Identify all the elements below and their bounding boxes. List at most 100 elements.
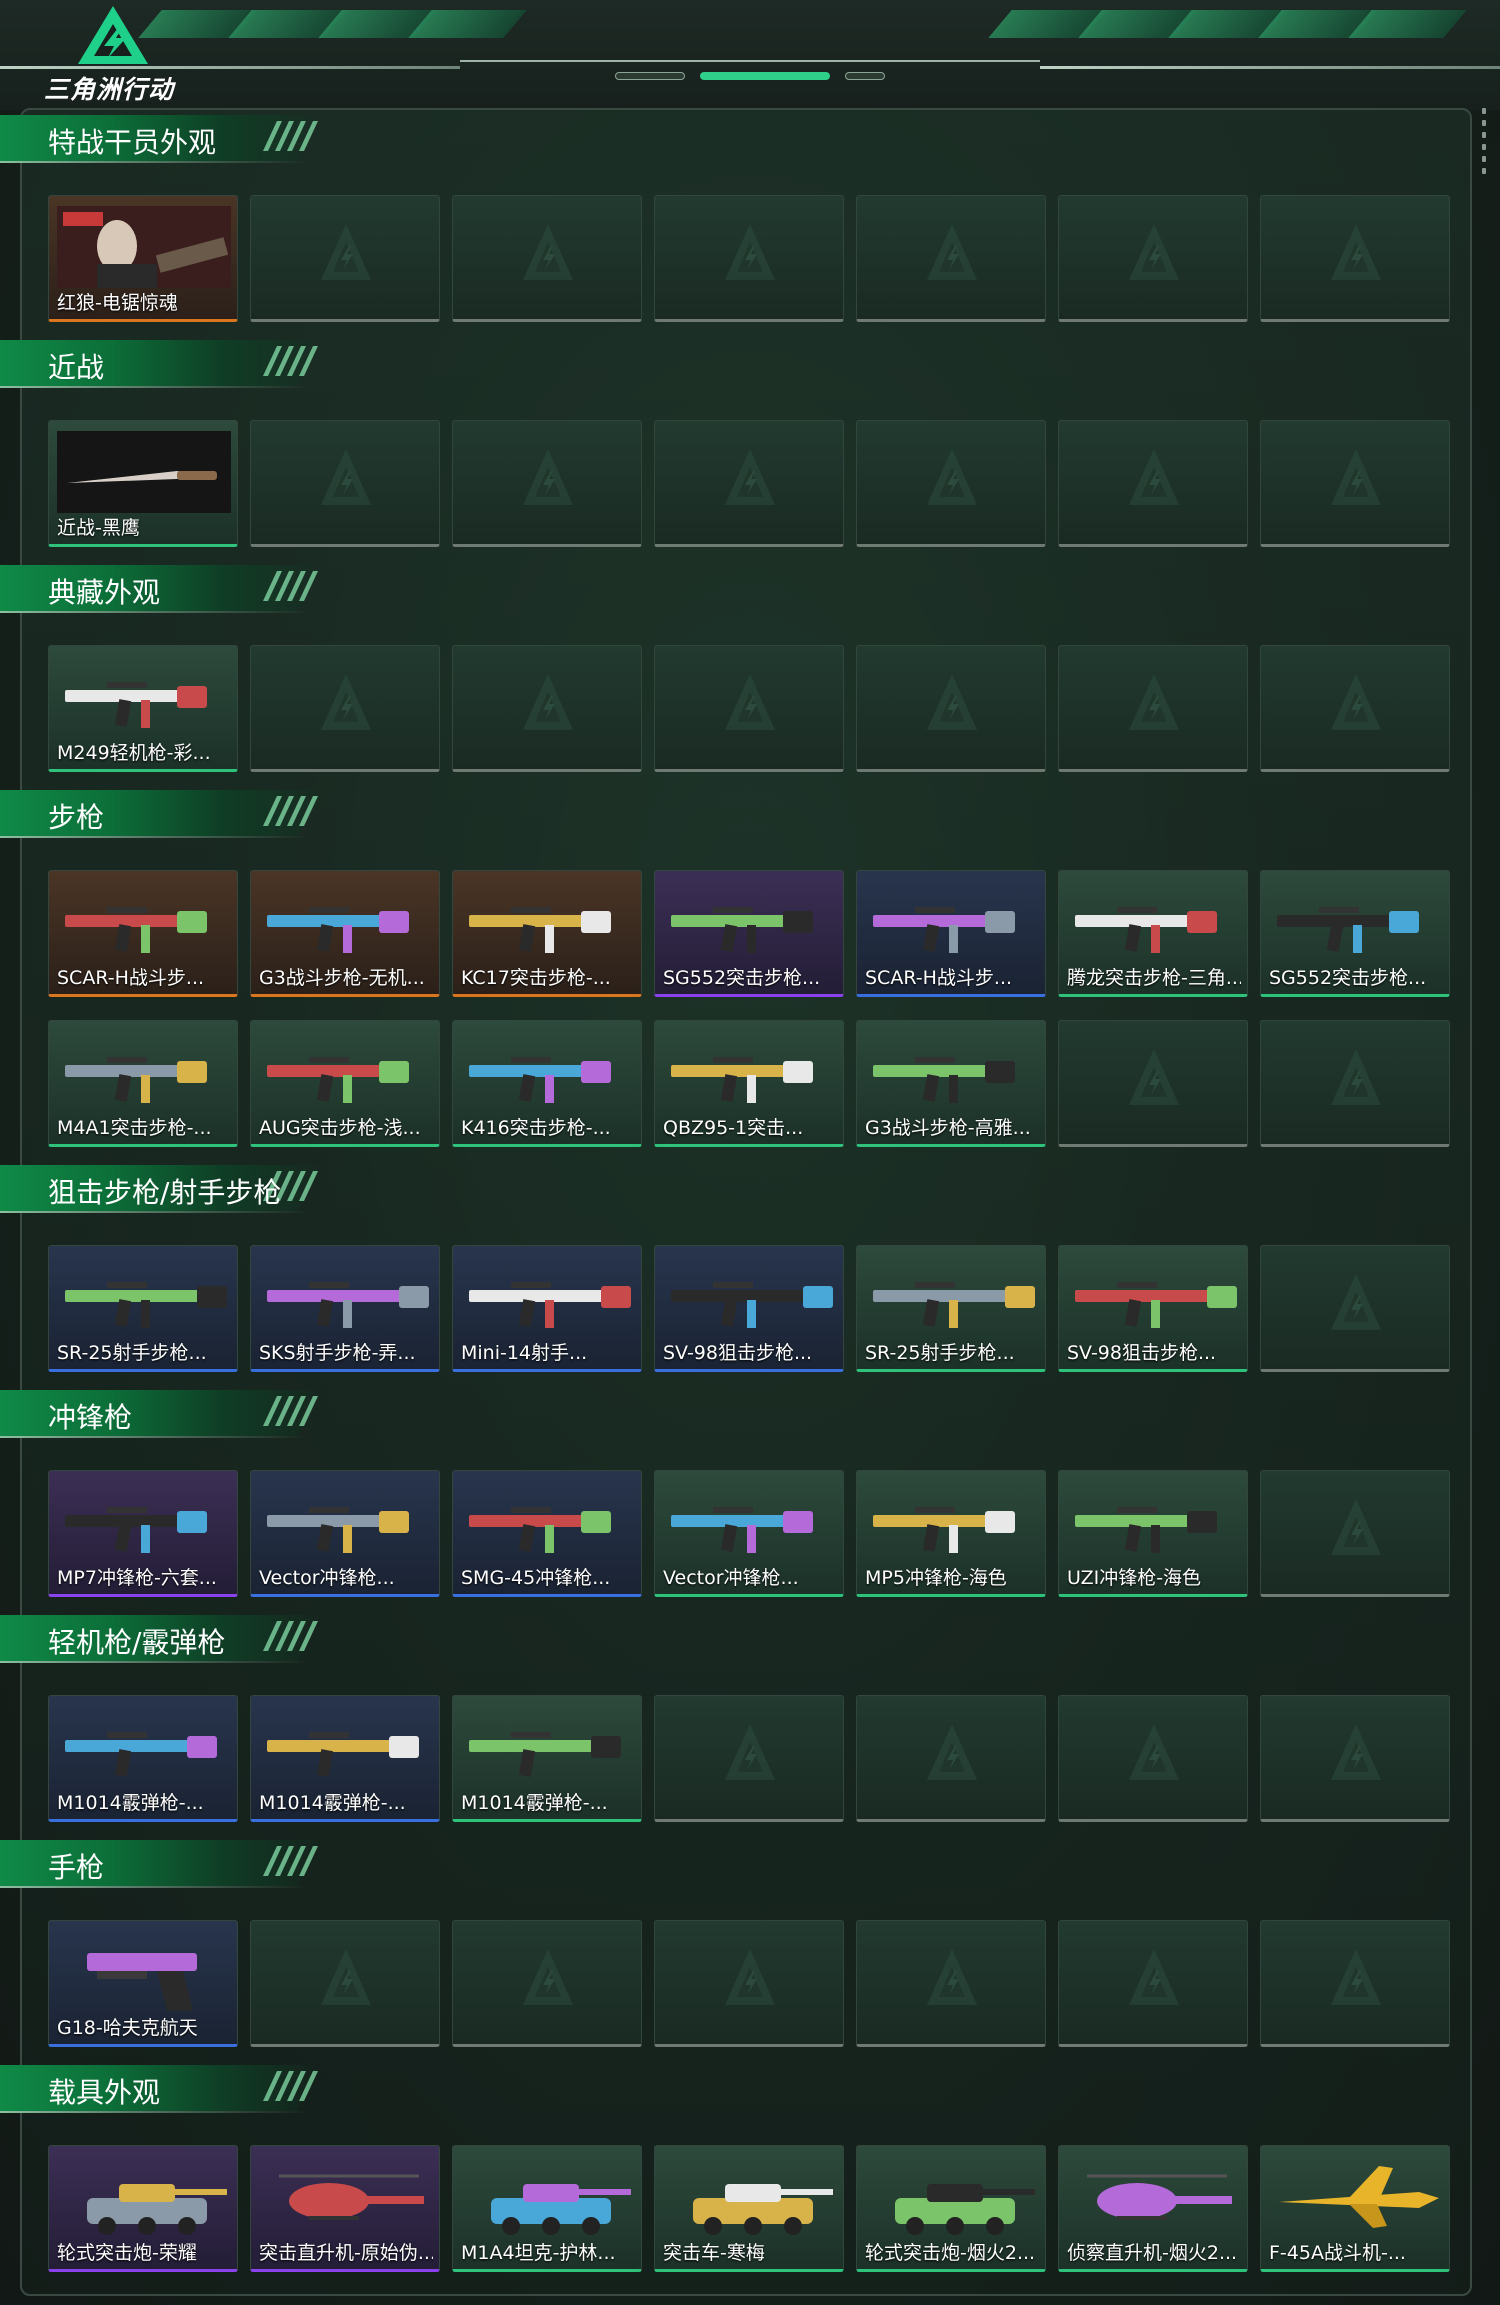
item-card[interactable]: SR-25射手步枪... — [48, 1245, 238, 1372]
item-card[interactable]: SCAR-H战斗步... — [856, 870, 1046, 997]
item-card[interactable]: G3战斗步枪-高雅... — [856, 1020, 1046, 1147]
item-card[interactable]: MP5冲锋枪-海色 — [856, 1470, 1046, 1597]
item-name: 突击直升机-原始伪... — [259, 2242, 433, 2264]
item-card[interactable]: AUG突击步枪-浅... — [250, 1020, 440, 1147]
placeholder-logo-icon — [523, 1949, 573, 2005]
item-name: Vector冲锋枪... — [663, 1567, 799, 1589]
item-name: AUG突击步枪-浅... — [259, 1117, 421, 1139]
placeholder-logo-icon — [927, 1724, 977, 1780]
item-card[interactable]: 轮式突击炮-荣耀 — [48, 2145, 238, 2272]
empty-slot — [1260, 1695, 1450, 1822]
empty-slot — [1058, 1020, 1248, 1147]
item-card[interactable]: SKS射手步枪-弄... — [250, 1245, 440, 1372]
placeholder-logo-icon — [725, 674, 775, 730]
item-name: SMG-45冲锋枪... — [461, 1567, 611, 1589]
empty-slot — [1260, 1245, 1450, 1372]
armored-vehicle-icon — [87, 2184, 227, 2235]
item-name: M1014霰弹枪-... — [57, 1792, 204, 1814]
item-name: G18-哈夫克航天 — [57, 2017, 198, 2039]
empty-slot — [250, 1920, 440, 2047]
section-title: 轻机枪/霰弹枪 — [48, 1626, 226, 1659]
item-card[interactable]: SV-98狙击步枪... — [654, 1245, 844, 1372]
item-name: F-45A战斗机-... — [1269, 2242, 1406, 2264]
placeholder-logo-icon — [523, 674, 573, 730]
smg-icon — [873, 1507, 1015, 1553]
section-header: 步枪 — [0, 790, 330, 838]
placeholder-logo-icon — [321, 449, 371, 505]
empty-slot — [856, 420, 1046, 547]
sniper-rifle-icon — [469, 1282, 631, 1328]
item-card[interactable]: 侦察直升机-烟火2... — [1058, 2145, 1248, 2272]
item-name: Mini-14射手... — [461, 1342, 588, 1364]
fighter-jet-icon — [1279, 2166, 1439, 2228]
empty-slot — [1260, 1920, 1450, 2047]
page: 三角洲行动 特战干员外观 红狼-电锯惊魂 近战 近战-黑鹰 典藏外观 M249轻机枪-彩.… — [0, 0, 1500, 2305]
item-card[interactable]: 突击车-寒梅 — [654, 2145, 844, 2272]
item-card[interactable]: SR-25射手步枪... — [856, 1245, 1046, 1372]
item-name: KC17突击步枪-... — [461, 967, 611, 989]
section-8: 载具外观 轮式突击炮-荣耀 突击直升机-原始伪... M1A4坦克-护林... 突击车-… — [0, 0, 1500, 2272]
item-card[interactable]: SMG-45冲锋枪... — [452, 1470, 642, 1597]
empty-slot — [1260, 1470, 1450, 1597]
rifle-icon — [469, 1057, 611, 1103]
item-card[interactable]: 腾龙突击步枪-三角... — [1058, 870, 1248, 997]
item-card[interactable]: Vector冲锋枪... — [250, 1470, 440, 1597]
empty-slot — [654, 420, 844, 547]
item-name: 红狼-电锯惊魂 — [57, 292, 178, 314]
item-card[interactable]: 近战-黑鹰 — [48, 420, 238, 547]
item-name: SR-25射手步枪... — [865, 1342, 1015, 1364]
item-card[interactable]: M1A4坦克-护林... — [452, 2145, 642, 2272]
placeholder-logo-icon — [1331, 1049, 1381, 1105]
item-card[interactable]: M249轻机枪-彩... — [48, 645, 238, 772]
item-name: UZI冲锋枪-海色 — [1067, 1567, 1202, 1589]
item-card[interactable]: G3战斗步枪-无机... — [250, 870, 440, 997]
knife-icon — [57, 431, 231, 513]
item-card[interactable]: F-45A战斗机-... — [1260, 2145, 1450, 2272]
helicopter-icon — [279, 2174, 424, 2220]
item-card[interactable]: KC17突击步枪-... — [452, 870, 642, 997]
item-card[interactable]: SG552突击步枪... — [654, 870, 844, 997]
section-title: 狙击步枪/射手步枪 — [48, 1176, 282, 1209]
empty-slot — [1260, 1020, 1450, 1147]
item-card[interactable]: SV-98狙击步枪... — [1058, 1245, 1248, 1372]
sniper-rifle-icon — [65, 1282, 227, 1328]
item-card[interactable]: MP7冲锋枪-六套... — [48, 1470, 238, 1597]
item-card[interactable]: K416突击步枪-... — [452, 1020, 642, 1147]
item-card[interactable]: SG552突击步枪... — [1260, 870, 1450, 997]
placeholder-logo-icon — [321, 1949, 371, 2005]
pistol-icon — [87, 1953, 197, 2011]
section-title: 冲锋枪 — [48, 1401, 133, 1434]
item-card[interactable]: SCAR-H战斗步... — [48, 870, 238, 997]
item-name: Vector冲锋枪... — [259, 1567, 395, 1589]
item-name: M1014霰弹枪-... — [461, 1792, 608, 1814]
item-card[interactable]: M1014霰弹枪-... — [48, 1695, 238, 1822]
item-name: SV-98狙击步枪... — [663, 1342, 813, 1364]
machine-gun-icon — [65, 682, 207, 728]
rifle-icon — [671, 907, 813, 953]
item-card[interactable]: M1014霰弹枪-... — [250, 1695, 440, 1822]
empty-slot — [452, 645, 642, 772]
rifle-icon — [873, 1057, 1015, 1103]
sniper-rifle-icon — [671, 1282, 833, 1328]
item-card[interactable]: Vector冲锋枪... — [654, 1470, 844, 1597]
item-name: M249轻机枪-彩... — [57, 742, 211, 764]
item-card[interactable]: 突击直升机-原始伪... — [250, 2145, 440, 2272]
item-card[interactable]: Mini-14射手... — [452, 1245, 642, 1372]
smg-icon — [1075, 1507, 1217, 1553]
placeholder-logo-icon — [1331, 1274, 1381, 1330]
rifle-icon — [267, 1057, 409, 1103]
placeholder-logo-icon — [725, 1724, 775, 1780]
item-card[interactable]: UZI冲锋枪-海色 — [1058, 1470, 1248, 1597]
item-name: 侦察直升机-烟火2... — [1067, 2242, 1238, 2264]
placeholder-logo-icon — [725, 224, 775, 280]
item-name: MP7冲锋枪-六套... — [57, 1567, 217, 1589]
item-card[interactable]: G18-哈夫克航天 — [48, 1920, 238, 2047]
item-card[interactable]: QBZ95-1突击... — [654, 1020, 844, 1147]
item-card[interactable]: M1014霰弹枪-... — [452, 1695, 642, 1822]
section-header: 近战 — [0, 340, 330, 388]
smg-icon — [267, 1507, 409, 1553]
item-card[interactable]: M4A1突击步枪-... — [48, 1020, 238, 1147]
rifle-icon — [873, 907, 1015, 953]
item-card[interactable]: 轮式突击炮-烟火2... — [856, 2145, 1046, 2272]
tank-icon — [491, 2184, 631, 2235]
